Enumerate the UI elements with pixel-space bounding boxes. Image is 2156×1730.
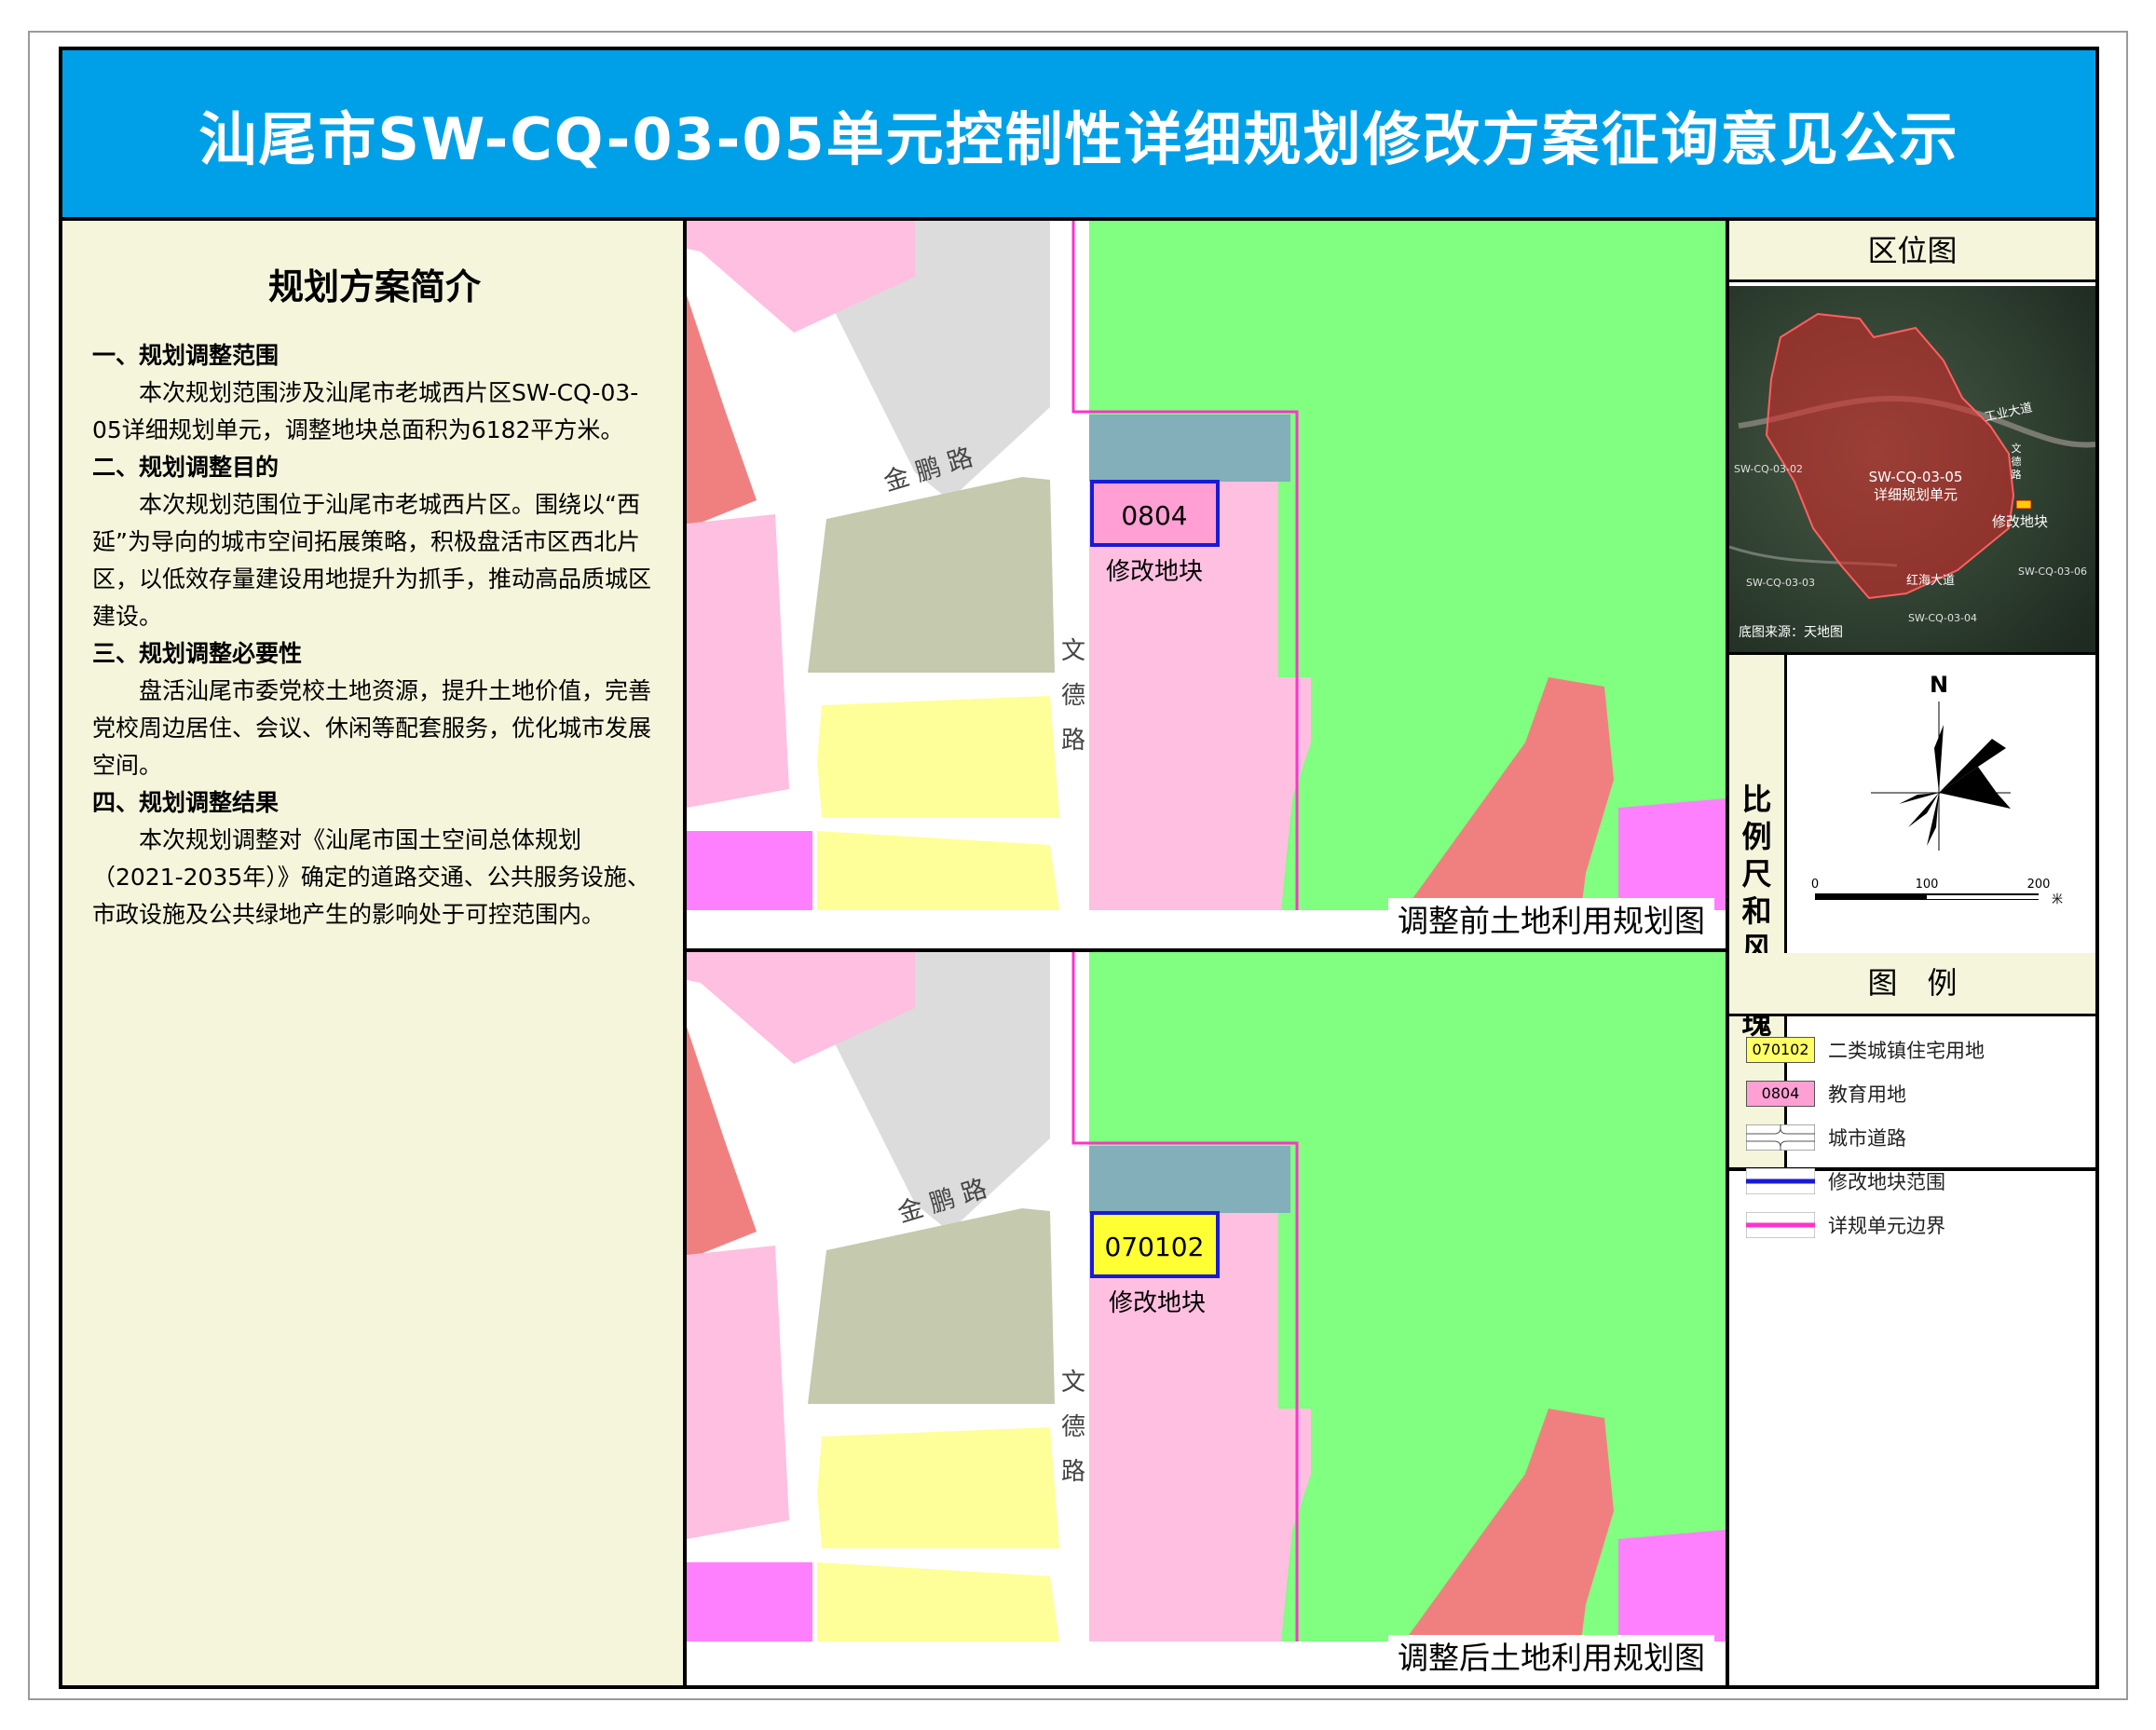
yellow-lot-1 — [817, 1427, 1059, 1548]
section-title: 二、规划调整目的 — [92, 454, 280, 481]
section-text: 盘活汕尾市委党校土地资源，提升土地价值，完善党校周边居住、会议、休闲等配套服务，… — [92, 677, 652, 779]
intro-section: 四、规划调整结果 本次规划调整对《汕尾市国土空间总体规划（2021-2035年）… — [92, 784, 657, 933]
road-wende-3: 路 — [2012, 469, 2022, 481]
neighbor-label: SW-CQ-03-02 — [1734, 463, 1803, 475]
magenta-lot-sw — [687, 831, 812, 910]
right-column: 区位图 SW-CQ-03-05 详细规划单元 修改地块 工业大道 文 德 路 红… — [1726, 221, 2095, 1685]
yellow-lot-1 — [817, 696, 1059, 817]
legend-item-education: 0804 教育用地 — [1746, 1071, 2091, 1115]
location-map-title: 区位图 — [1729, 221, 2095, 282]
location-map: SW-CQ-03-05 详细规划单元 修改地块 工业大道 文 德 路 红海大道 … — [1729, 286, 2095, 652]
unit-sub: 详细规划单元 — [1874, 486, 1958, 503]
legend-item-parcel-boundary: 修改地块范围 — [1746, 1159, 2091, 1203]
map-after: 070102 修改地块 金 鹏 路 文 德 路 调整后土地利用规划图 — [687, 952, 1726, 1685]
vertical-char: 和 — [1741, 893, 1772, 929]
neighbor-label: SW-CQ-03-04 — [1908, 612, 1977, 624]
legend-item-road: 城市道路 — [1746, 1115, 2091, 1159]
legend-list: 070102 二类城镇住宅用地 0804 教育用地 城市道路 修改地块范围 详规… — [1746, 1028, 2091, 1246]
legend-title: 图 例 — [1729, 953, 2095, 1016]
map-caption: 调整后土地利用规划图 — [1388, 1635, 1714, 1682]
section-text: 本次规划调整对《汕尾市国土空间总体规划（2021-2035年）》确定的道路交通、… — [92, 826, 650, 928]
road-label-wende-1: 文 — [1061, 1369, 1085, 1396]
title-bar: 汕尾市SW-CQ-03-05单元控制性详细规划修改方案征询意见公示 — [62, 50, 2095, 221]
blue-line-swatch-icon — [1746, 1167, 1815, 1194]
road-wende-2: 德 — [2012, 455, 2022, 468]
teal-lot — [1089, 415, 1290, 482]
road-label-wende-2: 德 — [1061, 682, 1085, 710]
legend-item-unit-boundary: 详规单元边界 — [1746, 1203, 2091, 1246]
vertical-char: 比 — [1741, 782, 1772, 817]
legend-item-residential: 070102 二类城镇住宅用地 — [1746, 1028, 2091, 1071]
vertical-char: 尺 — [1741, 856, 1772, 892]
map-source: 底图来源：天地图 — [1739, 625, 1843, 640]
road-wende-1: 文 — [2012, 442, 2022, 455]
intro-section: 三、规划调整必要性 盘活汕尾市委党校土地资源，提升土地价值，完善党校周边居住、会… — [92, 635, 657, 784]
road-label-wende-2: 德 — [1061, 1413, 1085, 1441]
legend-label: 城市道路 — [1828, 1126, 1906, 1150]
scale-tick: 100 — [1916, 878, 1939, 892]
parcel-code: 070102 — [1105, 1232, 1205, 1262]
legend-swatch: 0804 — [1746, 1080, 1815, 1107]
road-label-wende-1: 文 — [1061, 637, 1085, 665]
neighbor-label: SW-CQ-03-06 — [2018, 565, 2087, 578]
map-caption: 调整前土地利用规划图 — [1388, 898, 1714, 945]
section-title: 一、规划调整范围 — [92, 342, 280, 369]
rose-petal — [1939, 793, 2011, 809]
scale-unit: 米 — [2052, 892, 2063, 906]
section-title: 三、规划调整必要性 — [92, 640, 303, 667]
legend-label: 二类城镇住宅用地 — [1828, 1039, 1985, 1062]
legend-label: 修改地块范围 — [1828, 1170, 1945, 1193]
road-label-wende-3: 路 — [1061, 1458, 1085, 1486]
magenta-line-swatch-icon — [1746, 1211, 1815, 1238]
scale-tick: 200 — [2027, 878, 2051, 892]
legend-label: 教育用地 — [1828, 1083, 1906, 1106]
magenta-lot-sw — [687, 1562, 812, 1641]
site-marker — [2015, 499, 2032, 510]
intro-heading: 规划方案简介 — [267, 266, 481, 307]
pink-lot-w — [687, 514, 789, 808]
map-before: 0804 修改地块 金 鹏 路 文 德 路 调整前土地利用规划图 — [687, 221, 1726, 952]
section-text: 本次规划范围涉及汕尾市老城西片区SW-CQ-03-05详细规划单元，调整地块总面… — [92, 379, 639, 443]
section-text: 本次规划范围位于汕尾市老城西片区。围绕以“西延”为导向的城市空间拓展策略，积极盘… — [92, 491, 652, 630]
page-title: 汕尾市SW-CQ-03-05单元控制性详细规划修改方案征询意见公示 — [198, 104, 1959, 173]
magenta-lot-e — [1618, 1530, 1726, 1641]
intro-section: 一、规划调整范围 本次规划范围涉及汕尾市老城西片区SW-CQ-03-05详细规划… — [92, 337, 657, 449]
road-swatch-icon — [1746, 1124, 1815, 1151]
intro-section: 二、规划调整目的 本次规划范围位于汕尾市老城西片区。围绕以“西延”为导向的城市空… — [92, 449, 657, 635]
vertical-char: 例 — [1741, 819, 1772, 854]
road-label-wende-3: 路 — [1061, 727, 1085, 755]
road-honghai: 红海大道 — [1906, 573, 1955, 588]
intro-panel: 规划方案简介 一、规划调整范围 本次规划范围涉及汕尾市老城西片区SW-CQ-03… — [62, 221, 687, 1685]
unit-name: SW-CQ-03-05 — [1869, 469, 1963, 485]
site-label: 修改地块 — [1992, 513, 2048, 530]
parcel-code: 0804 — [1121, 500, 1187, 531]
legend-swatch: 070102 — [1746, 1036, 1815, 1063]
neighbor-label: SW-CQ-03-03 — [1746, 577, 1815, 589]
legend-label: 详规单元边界 — [1828, 1214, 1945, 1237]
parcel-label: 修改地块 — [1109, 1289, 1206, 1317]
pink-lot-w — [687, 1246, 789, 1539]
teal-lot — [1089, 1146, 1290, 1213]
scale-tick: 0 — [1811, 878, 1819, 892]
north-label: N — [1930, 672, 1948, 698]
parcel-label: 修改地块 — [1106, 558, 1203, 586]
magenta-lot-e — [1618, 798, 1726, 910]
section-title: 四、规划调整结果 — [92, 789, 280, 816]
